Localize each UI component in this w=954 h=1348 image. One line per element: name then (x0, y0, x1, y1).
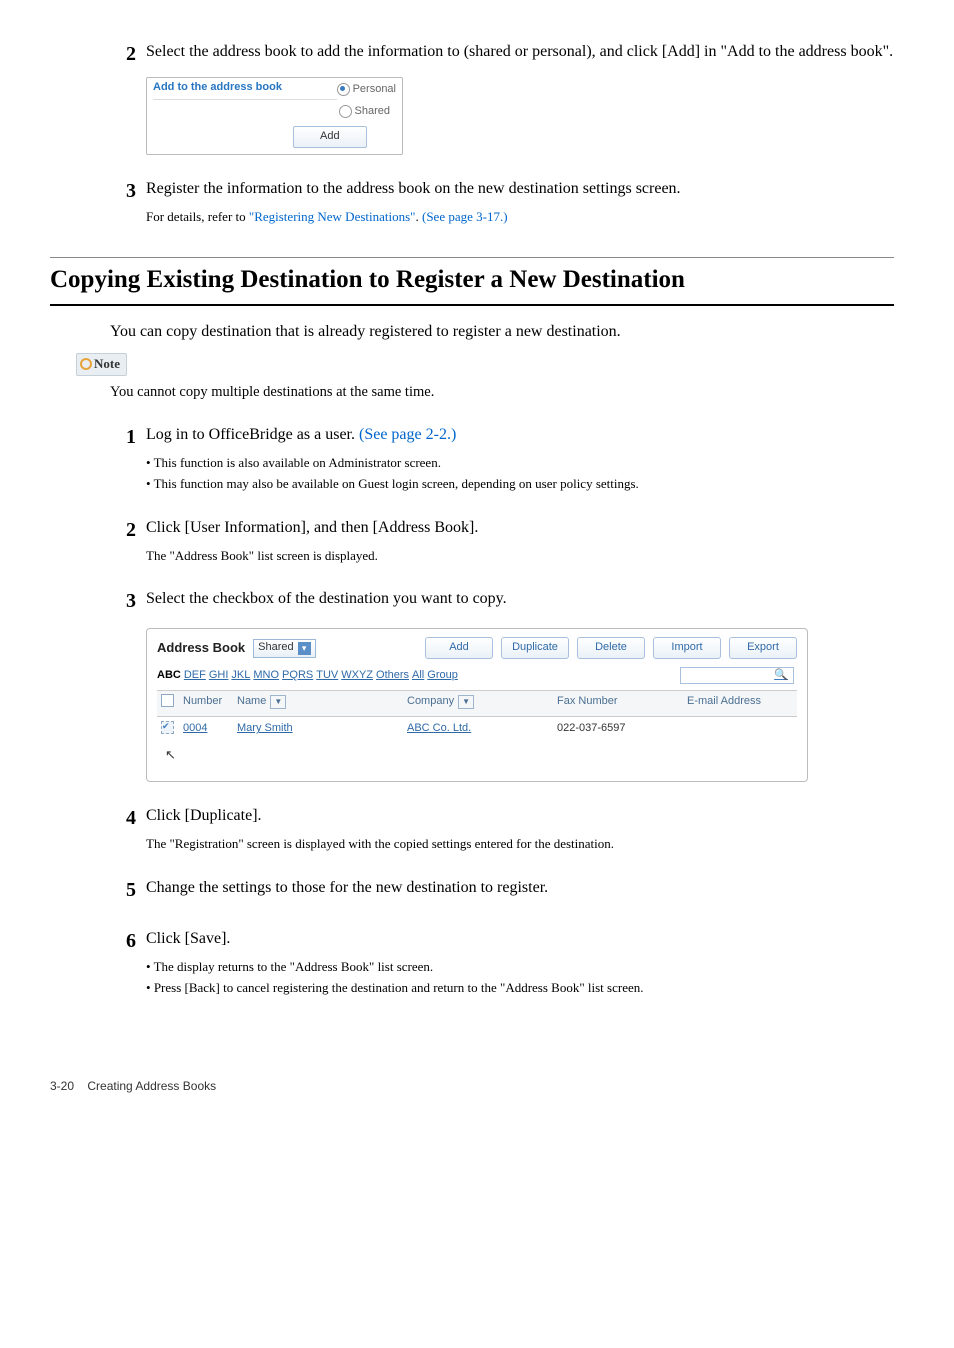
step-number: 3 (110, 177, 146, 206)
radio-dot-checked-icon (337, 83, 350, 96)
alpha-wxyz[interactable]: WXYZ (341, 668, 373, 684)
b4-sub: The "Registration" screen is displayed w… (146, 835, 894, 854)
cursor-icon: ↖ (165, 747, 176, 762)
alpha-group[interactable]: Group (427, 668, 458, 684)
step-b3-text: Select the checkbox of the destination y… (146, 587, 894, 616)
page-footer: 3-20 Creating Address Books (50, 1078, 894, 1095)
alpha-all[interactable]: All (412, 668, 424, 684)
address-book-scope-select[interactable]: Shared ▾ (253, 639, 315, 658)
alpha-filter: ABC DEF GHI JKL MNO PQRS TUV WXYZ Others… (157, 667, 797, 684)
step-number: 5 (110, 876, 146, 905)
duplicate-button[interactable]: Duplicate (501, 637, 569, 659)
export-button[interactable]: Export (729, 637, 797, 659)
step-number: 4 (110, 804, 146, 833)
radio-shared[interactable]: Shared (339, 104, 390, 120)
b2-sub: The "Address Book" list screen is displa… (146, 547, 894, 566)
step-3-text: Register the information to the address … (146, 177, 894, 206)
step-3-sub: For details, refer to "Registering New D… (146, 208, 894, 227)
alpha-pqrs[interactable]: PQRS (282, 668, 313, 684)
b6-sub2: Press [Back] to cancel registering the d… (146, 980, 644, 995)
step-2-text: Select the address book to add the infor… (146, 40, 894, 69)
col-number[interactable]: Number (183, 694, 237, 713)
alpha-tuv[interactable]: TUV (316, 668, 338, 684)
b1-sub2: This function may also be available on G… (146, 476, 639, 491)
step-b6-text: Click [Save]. (146, 927, 894, 956)
sort-icon[interactable]: ▼ (458, 695, 474, 709)
note-icon (80, 358, 92, 370)
add-to-address-book-panel: Add to the address book Personal Shared … (146, 77, 403, 155)
address-book-panel: Address Book Shared ▾ Add Duplicate Dele… (146, 628, 808, 782)
table-row: ↖ 0004 Mary Smith ABC Co. Ltd. 022-037-6… (157, 717, 797, 763)
col-name[interactable]: Name (237, 695, 266, 707)
radio-personal[interactable]: Personal (337, 82, 396, 98)
section-intro: You can copy destination that is already… (110, 320, 894, 343)
alpha-ghi[interactable]: GHI (209, 668, 229, 684)
search-input[interactable]: 🔍 (680, 667, 794, 684)
step-b4-text: Click [Duplicate]. (146, 804, 894, 833)
col-company[interactable]: Company (407, 695, 454, 707)
page-number: 3-20 (50, 1079, 74, 1093)
row-checkbox[interactable] (161, 721, 174, 734)
step-number: 2 (110, 40, 146, 69)
note-label: Note (76, 353, 127, 376)
alpha-abc[interactable]: ABC (157, 668, 181, 684)
col-mail[interactable]: E-mail Address (687, 694, 793, 713)
link-page-3-17[interactable]: (See page 3-17.) (422, 209, 508, 224)
row-fax: 022-037-6597 (557, 721, 687, 759)
step-number: 2 (110, 516, 146, 545)
panel-header: Add to the address book (153, 80, 337, 100)
step-b1-text: Log in to OfficeBridge as a user. (See p… (146, 423, 894, 452)
link-registering[interactable]: "Registering New Destinations" (249, 209, 416, 224)
alpha-mno[interactable]: MNO (253, 668, 279, 684)
step-number: 3 (110, 587, 146, 616)
note-body: You cannot copy multiple destinations at… (110, 382, 894, 403)
alpha-jkl[interactable]: JKL (231, 668, 250, 684)
step-number: 1 (110, 423, 146, 452)
add-button[interactable]: Add (293, 126, 367, 148)
import-button[interactable]: Import (653, 637, 721, 659)
alpha-def[interactable]: DEF (184, 668, 206, 684)
footer-title: Creating Address Books (87, 1079, 216, 1093)
b6-sub1: The display returns to the "Address Book… (146, 959, 433, 974)
link-page-2-2[interactable]: (See page 2-2.) (359, 426, 456, 443)
b1-sub1: This function is also available on Admin… (146, 455, 441, 470)
alpha-others[interactable]: Others (376, 668, 409, 684)
step-b2-text: Click [User Information], and then [Addr… (146, 516, 894, 545)
section-title: Copying Existing Destination to Register… (50, 257, 894, 306)
chevron-down-icon: ▾ (298, 642, 311, 655)
radio-dot-icon (339, 105, 352, 118)
column-headers: Number Name ▼ Company ▼ Fax Number E-mail … (157, 690, 797, 717)
delete-button[interactable]: Delete (577, 637, 645, 659)
row-company-link[interactable]: ABC Co. Ltd. (407, 722, 471, 734)
col-fax[interactable]: Fax Number (557, 694, 687, 713)
search-icon: 🔍 (774, 668, 788, 684)
step-number: 6 (110, 927, 146, 956)
add-button[interactable]: Add (425, 637, 493, 659)
select-all-checkbox[interactable] (161, 694, 174, 707)
step-b5-text: Change the settings to those for the new… (146, 876, 894, 905)
row-number-link[interactable]: 0004 (183, 722, 207, 734)
row-name-link[interactable]: Mary Smith (237, 722, 293, 734)
sort-icon[interactable]: ▼ (270, 695, 286, 709)
address-book-title: Address Book (157, 639, 245, 658)
